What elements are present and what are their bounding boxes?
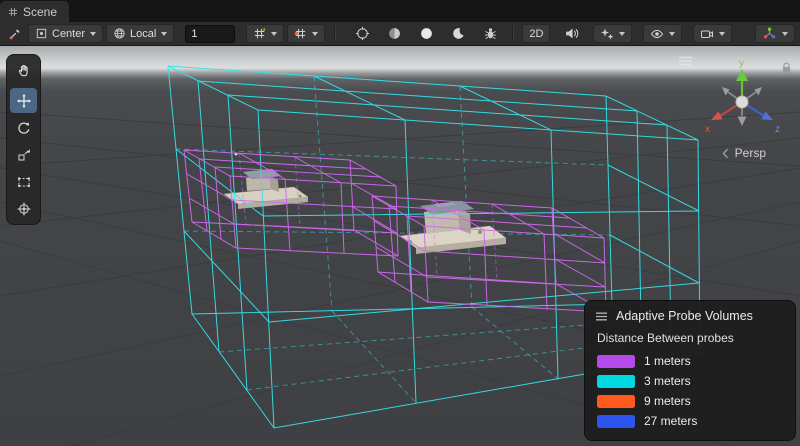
rect-tool-button[interactable] (10, 169, 37, 194)
eye-icon (650, 27, 664, 41)
chevron-down-icon (161, 32, 167, 36)
sparkles-icon (600, 27, 614, 41)
scale-tool-button[interactable] (10, 142, 37, 167)
chevron-down-icon (719, 32, 725, 36)
bug-button[interactable] (480, 24, 501, 43)
grid-axis-icon (253, 27, 266, 40)
pivot-mode-dropdown[interactable]: Center (28, 24, 103, 43)
legend-swatch-27m (597, 415, 635, 428)
chevron-down-icon (90, 32, 96, 36)
grid-size-input[interactable] (185, 25, 235, 43)
shaded-sphere-button[interactable] (384, 24, 405, 43)
scene-toolbar: Center Local (0, 22, 800, 46)
white-circle-button[interactable] (416, 24, 437, 43)
scene-viewport: y x z Persp Adaptive Probe Volumes Dista… (0, 46, 800, 446)
neg-y-cone[interactable] (738, 117, 747, 127)
scene-grid-icon (8, 7, 18, 17)
collapse-chevron-icon (722, 148, 729, 159)
legend-label-9m: 9 meters (644, 394, 691, 408)
view-2d-toggle[interactable]: 2D (522, 24, 550, 43)
globe-icon (113, 27, 126, 40)
crescent-moon-button[interactable] (448, 24, 469, 43)
x-axis-label: x (705, 124, 710, 135)
view-2d-label: 2D (529, 28, 543, 40)
toolbar-separator (334, 26, 335, 41)
tab-label: Scene (23, 5, 57, 19)
legend-row: 1 meters (595, 351, 785, 371)
chevron-down-icon (271, 32, 277, 36)
legend-swatch-9m (597, 395, 635, 408)
chevron-down-icon (669, 32, 675, 36)
rotate-tool-button[interactable] (10, 115, 37, 140)
overlay-menu-handle[interactable] (678, 53, 693, 71)
handle-rotation-label: Local (130, 28, 156, 40)
handle-rotation-dropdown[interactable]: Local (106, 24, 174, 43)
pivot-mode-label: Center (52, 28, 85, 40)
tab-scene[interactable]: Scene (0, 1, 69, 22)
view-hand-tool-button[interactable] (10, 58, 37, 83)
gizmo-center-ball[interactable] (736, 96, 748, 108)
projection-label: Persp (735, 146, 766, 160)
legend-row: 9 meters (595, 391, 785, 411)
legend-label-27m: 27 meters (644, 414, 697, 428)
legend-swatch-3m (597, 375, 635, 388)
orientation-gizmo[interactable]: y x z (698, 56, 786, 149)
toolbar-separator (512, 26, 513, 41)
tab-bar: Scene (0, 0, 800, 22)
transform-tool-button[interactable] (10, 196, 37, 221)
panel-menu-icon[interactable] (595, 312, 608, 321)
axis-gizmo-icon (762, 26, 777, 41)
tools-overlay (6, 54, 41, 225)
audio-toggle[interactable] (561, 24, 582, 43)
legend-label-3m: 3 meters (644, 374, 691, 388)
tool-settings-button[interactable] (5, 24, 25, 43)
chevron-down-icon (312, 32, 318, 36)
legend-row: 3 meters (595, 371, 785, 391)
z-axis-label: z (775, 124, 780, 135)
scene-gizmos-dropdown[interactable] (755, 24, 795, 43)
unity-scene-window: Scene Center Local (0, 0, 800, 446)
legend-row: 27 meters (595, 411, 785, 431)
camera-icon (700, 27, 714, 41)
apv-panel-title: Adaptive Probe Volumes (616, 309, 753, 323)
y-axis-label: y (739, 58, 744, 69)
apv-panel-subtitle: Distance Between probes (597, 331, 785, 345)
legend-label-1m: 1 meters (644, 354, 691, 368)
pivot-center-icon (35, 27, 48, 40)
apv-legend-panel: Adaptive Probe Volumes Distance Between … (584, 300, 796, 441)
y-axis-cone[interactable] (736, 69, 748, 81)
grid-snapping-dropdown[interactable] (287, 24, 325, 43)
gizmo-crosshair-button[interactable] (352, 24, 373, 43)
grid-visibility-dropdown[interactable] (246, 24, 284, 43)
projection-toggle[interactable]: Persp (722, 146, 766, 160)
legend-swatch-1m (597, 355, 635, 368)
move-tool-button[interactable] (10, 88, 37, 113)
scene-camera-dropdown[interactable] (693, 24, 732, 43)
scene-visibility-dropdown[interactable] (643, 24, 682, 43)
neg-z-cone[interactable] (722, 87, 730, 96)
snap-grid-icon (294, 27, 307, 40)
chevron-down-icon (782, 32, 788, 36)
chevron-down-icon (619, 32, 625, 36)
neg-x-cone[interactable] (755, 87, 763, 96)
effects-dropdown[interactable] (593, 24, 632, 43)
